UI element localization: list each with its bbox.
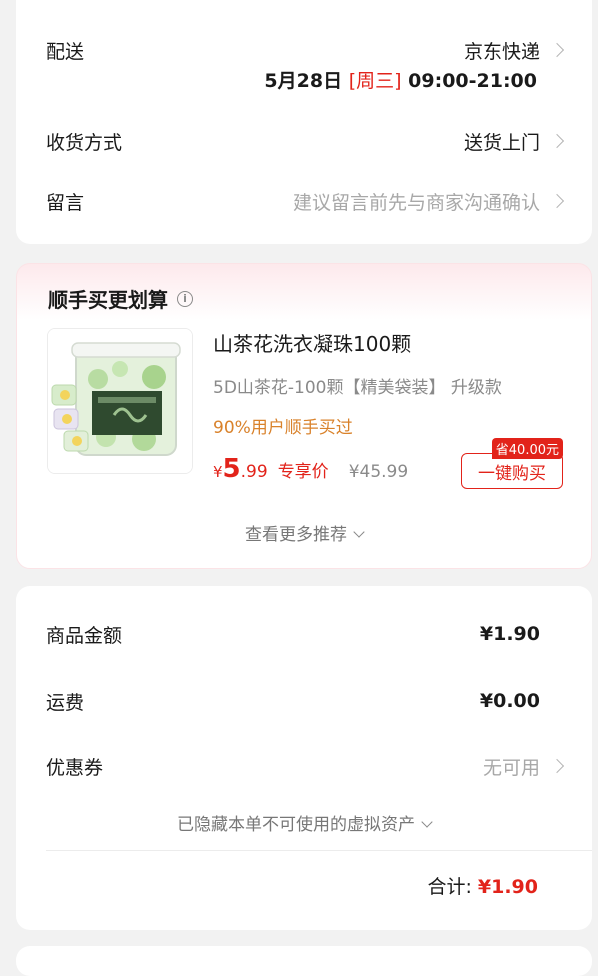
- save-badge: 省40.00元: [491, 438, 563, 459]
- total-value: ¥1.90: [477, 876, 538, 898]
- delivery-hours: 09:00-21:00: [408, 70, 537, 92]
- note-placeholder: 建议留言前先与商家沟通确认: [292, 191, 540, 214]
- original-price: ¥45.99: [348, 462, 409, 482]
- freight-row: 运费 ¥0.00: [46, 683, 540, 719]
- product-spec: 5D山茶花-100颗【精美袋装】 升级款: [213, 378, 502, 398]
- chevron-down-icon: [353, 526, 365, 538]
- freight-label: 运费: [46, 691, 85, 714]
- goods-amount-label: 商品金额: [46, 624, 123, 647]
- price-symbol: ¥: [213, 463, 223, 481]
- receive-method-value-group: 送货上门: [463, 128, 565, 155]
- product-thumbnail[interactable]: [47, 328, 193, 474]
- delivery-weekday: [周三]: [348, 70, 402, 92]
- chevron-right-icon: [549, 133, 565, 149]
- goods-amount-value: ¥1.90: [479, 623, 540, 645]
- note-value-group: 建议留言前先与商家沟通确认: [292, 188, 565, 215]
- price-decimal: .99: [240, 462, 268, 482]
- note-label: 留言: [46, 191, 85, 214]
- info-icon[interactable]: i: [177, 290, 193, 307]
- next-section-card: [16, 946, 592, 976]
- coupon-value-group: 无可用: [482, 753, 565, 780]
- shipping-value-group: 京东快递: [463, 37, 565, 64]
- shipping-value: 京东快递: [463, 40, 540, 63]
- freight-value: ¥0.00: [479, 690, 540, 712]
- receive-method-row[interactable]: 收货方式 送货上门: [46, 121, 565, 161]
- hidden-assets-label: 已隐藏本单不可使用的虚拟资产: [177, 815, 415, 835]
- shipping-label: 配送: [46, 40, 85, 63]
- chevron-down-icon: [421, 816, 433, 828]
- addon-card: 顺手买更划算 i 山茶花洗衣凝珠100颗 5D山茶花-100颗【精美袋装】 升级…: [16, 263, 592, 569]
- total-label: 合计:: [427, 876, 472, 898]
- price-tag: 专享价: [277, 462, 329, 482]
- hidden-assets-toggle[interactable]: 已隐藏本单不可使用的虚拟资产: [16, 810, 592, 835]
- order-total: 合计: ¥1.90: [427, 872, 538, 899]
- addon-title: 顺手买更划算 i: [48, 284, 193, 313]
- coupon-row[interactable]: 优惠券 无可用: [46, 748, 565, 784]
- addon-title-text: 顺手买更划算: [48, 288, 168, 312]
- delivery-date: 5月28日: [264, 70, 343, 92]
- chevron-right-icon: [549, 42, 565, 58]
- coupon-label: 优惠券: [46, 756, 104, 779]
- price-integer: 5: [222, 454, 241, 484]
- product-price-line: ¥ 5 .99 专享价 ¥45.99: [213, 454, 408, 484]
- coupon-value: 无可用: [482, 756, 540, 779]
- divider: [46, 850, 592, 851]
- shipping-row[interactable]: 配送 京东快递: [46, 30, 565, 70]
- note-row[interactable]: 留言 建议留言前先与商家沟通确认: [46, 181, 565, 221]
- more-recommendations-link[interactable]: 查看更多推荐: [17, 520, 591, 545]
- more-recommendations-label: 查看更多推荐: [245, 525, 347, 545]
- receive-method-value: 送货上门: [463, 131, 540, 154]
- delivery-card: 配送 京东快递 5月28日 [周三] 09:00-21:00 收货方式 送货上门…: [16, 0, 592, 244]
- chevron-right-icon: [549, 193, 565, 209]
- receive-method-label: 收货方式: [46, 131, 123, 154]
- detergent-tub-image: [48, 329, 192, 473]
- product-name[interactable]: 山茶花洗衣凝珠100颗: [213, 328, 411, 357]
- summary-card: 商品金额 ¥1.90 运费 ¥0.00 优惠券 无可用 已隐藏本单不可使用的虚拟…: [16, 586, 592, 930]
- chevron-right-icon: [549, 758, 565, 774]
- delivery-time: 5月28日 [周三] 09:00-21:00: [264, 66, 537, 93]
- goods-amount-row: 商品金额 ¥1.90: [46, 616, 540, 652]
- product-buyers-text: 90%用户顺手买过: [213, 418, 353, 438]
